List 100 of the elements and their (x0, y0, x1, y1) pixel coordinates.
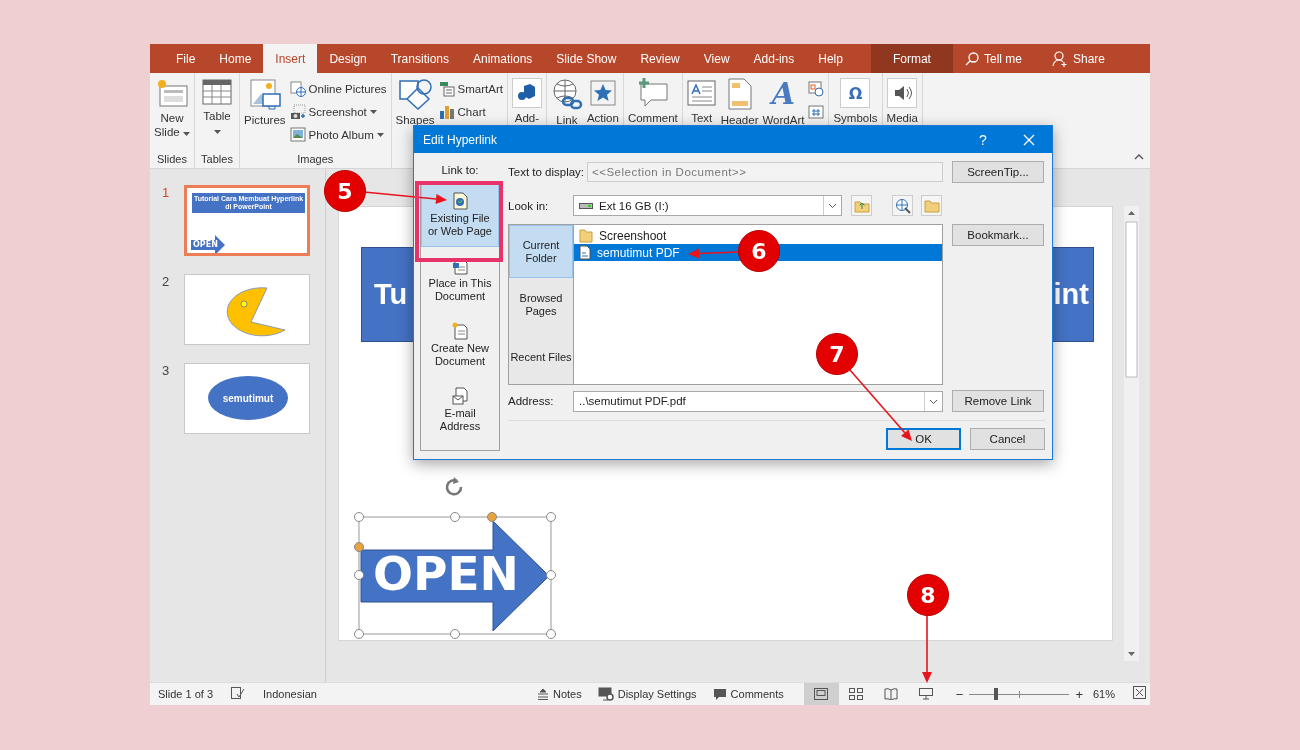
text-box-icon (686, 78, 717, 108)
title-text: Tu (374, 278, 408, 311)
ribbon-button[interactable]: New Slide (152, 76, 192, 153)
new-document-icon (452, 321, 468, 340)
ribbon-button[interactable]: Pictures (242, 76, 288, 153)
bar-chart-icon (438, 104, 455, 120)
view-button[interactable] (803, 683, 839, 705)
ribbon-tab[interactable]: Format (870, 44, 953, 73)
annotation-arrow (849, 369, 912, 441)
help-button[interactable]: ? (960, 126, 1006, 153)
ellipse-text: semutimut (222, 392, 274, 404)
document-globe-icon (452, 191, 468, 210)
arrow-shape (191, 235, 225, 253)
link-type-option[interactable]: Place in This Document (421, 247, 499, 312)
slide-thumbnail[interactable] (184, 274, 310, 345)
folder-icon (579, 228, 593, 243)
screentip-button[interactable]: ScreenTip... (952, 161, 1044, 183)
browse-tab[interactable]: Recent Files (509, 331, 573, 384)
field-label: Look in: (508, 199, 550, 212)
group-label: Images (297, 153, 334, 165)
search-icon (964, 51, 979, 66)
ribbon-tab[interactable]: Home (207, 44, 264, 73)
ribbon-tab[interactable]: Insert (263, 44, 318, 73)
caret-icon (828, 203, 837, 208)
zoom-thumb[interactable] (994, 688, 999, 700)
ribbon-tab[interactable]: Animations (461, 44, 545, 73)
normal-view-icon (814, 688, 829, 700)
page-icon (726, 78, 753, 110)
globe-search-icon (894, 197, 911, 214)
folder-up-icon (853, 198, 870, 213)
ribbon-tab[interactable]: File (164, 44, 208, 73)
ribbon-button[interactable]: Action (584, 76, 621, 153)
ribbon-button[interactable]: Media (884, 76, 920, 153)
remove-link-button[interactable]: Remove Link (952, 390, 1044, 412)
ribbon-tab[interactable]: Review (628, 44, 692, 73)
monitor-gear-icon (597, 687, 614, 701)
ribbon-tab[interactable]: View (691, 44, 742, 73)
slide-number: 3 (162, 363, 171, 378)
slide-sorter-icon (849, 688, 864, 700)
tell-me-button[interactable]: Tell me (952, 44, 1034, 73)
browse-tab[interactable]: Browsed Pages (509, 278, 573, 331)
slide-number-icon (808, 104, 825, 120)
ribbon-button[interactable]: Screenshot (287, 101, 389, 123)
zoom-percent[interactable]: 61% (1092, 688, 1115, 700)
annotation-arrow (688, 248, 739, 259)
title-text: int (1053, 278, 1089, 311)
button-text: OPEN (193, 240, 218, 249)
browse-tab[interactable]: Current Folder (509, 225, 573, 278)
ribbon-button[interactable]: Online Pictures (287, 78, 389, 100)
ok-button[interactable]: OK (886, 428, 961, 450)
zoom-in-button[interactable]: + (1071, 686, 1087, 702)
comment-icon (636, 78, 669, 108)
text-input[interactable]: <<Selection in Document>> (587, 162, 943, 182)
cancel-button[interactable]: Cancel (970, 428, 1045, 450)
look-in-dropdown[interactable]: Ext 16 GB (I:) (573, 195, 842, 216)
book-icon (884, 688, 899, 700)
collapse-ribbon-icon (1134, 154, 1144, 160)
browse-web-button[interactable] (892, 195, 913, 216)
link-type-option[interactable]: Create New Document (421, 312, 499, 377)
proofing-icon (231, 687, 246, 699)
ribbon-button[interactable]: A WordArt (760, 76, 807, 153)
link-type-option[interactable]: E-mail Address (421, 377, 499, 442)
ribbon-tab[interactable]: Slide Show (544, 44, 629, 73)
notes-icon (536, 688, 549, 700)
field-label: Text to display: (508, 166, 586, 178)
status-button[interactable]: Comments (704, 683, 792, 705)
address-field[interactable]: ..\semutimut PDF.pdf (573, 390, 943, 412)
annotation-arrow (922, 613, 932, 683)
globe-picture-icon (289, 81, 306, 97)
group-label: Slides (157, 153, 187, 165)
slide-thumbnail[interactable]: semutimut (184, 363, 310, 434)
ribbon-button[interactable]: Photo Album (287, 124, 389, 146)
camera-icon (289, 104, 306, 120)
ribbon-tab[interactable]: Design (317, 44, 379, 73)
fit-window-icon (1133, 686, 1146, 699)
arrow-text: OPEN (373, 545, 519, 603)
ribbon-button[interactable]: Table (197, 76, 237, 153)
ribbon-tab[interactable]: Add-ins (741, 44, 807, 73)
zoom-out-button[interactable]: − (951, 686, 968, 702)
ribbon-tab[interactable]: Help (806, 44, 855, 73)
symbol-glyph: Ω (840, 78, 871, 108)
globe-link-icon (550, 78, 583, 110)
ribbon-button[interactable]: Header (718, 76, 761, 153)
link-type-option[interactable]: Existing File or Web Page (421, 182, 499, 247)
bookmark-button[interactable]: Bookmark... (952, 224, 1044, 246)
slide-number: 2 (162, 274, 171, 289)
ribbon-button[interactable]: Comment (625, 76, 680, 153)
ribbon-button[interactable]: SmartArt (436, 78, 505, 100)
status-button[interactable]: Notes (528, 683, 590, 705)
field-label: Address: (508, 395, 555, 407)
speaker-icon (887, 78, 918, 108)
ribbon-tab[interactable]: Transitions (378, 44, 461, 73)
ribbon-button[interactable]: Chart (436, 101, 505, 123)
share-button[interactable]: Share (1039, 44, 1117, 73)
group-label: Tables (201, 153, 233, 165)
status-button[interactable]: Display Settings (589, 683, 705, 705)
date-time-button[interactable] (806, 78, 827, 100)
drive-icon (579, 201, 593, 210)
envelope-document-icon (452, 386, 468, 405)
slide-number: 1 (162, 185, 171, 200)
